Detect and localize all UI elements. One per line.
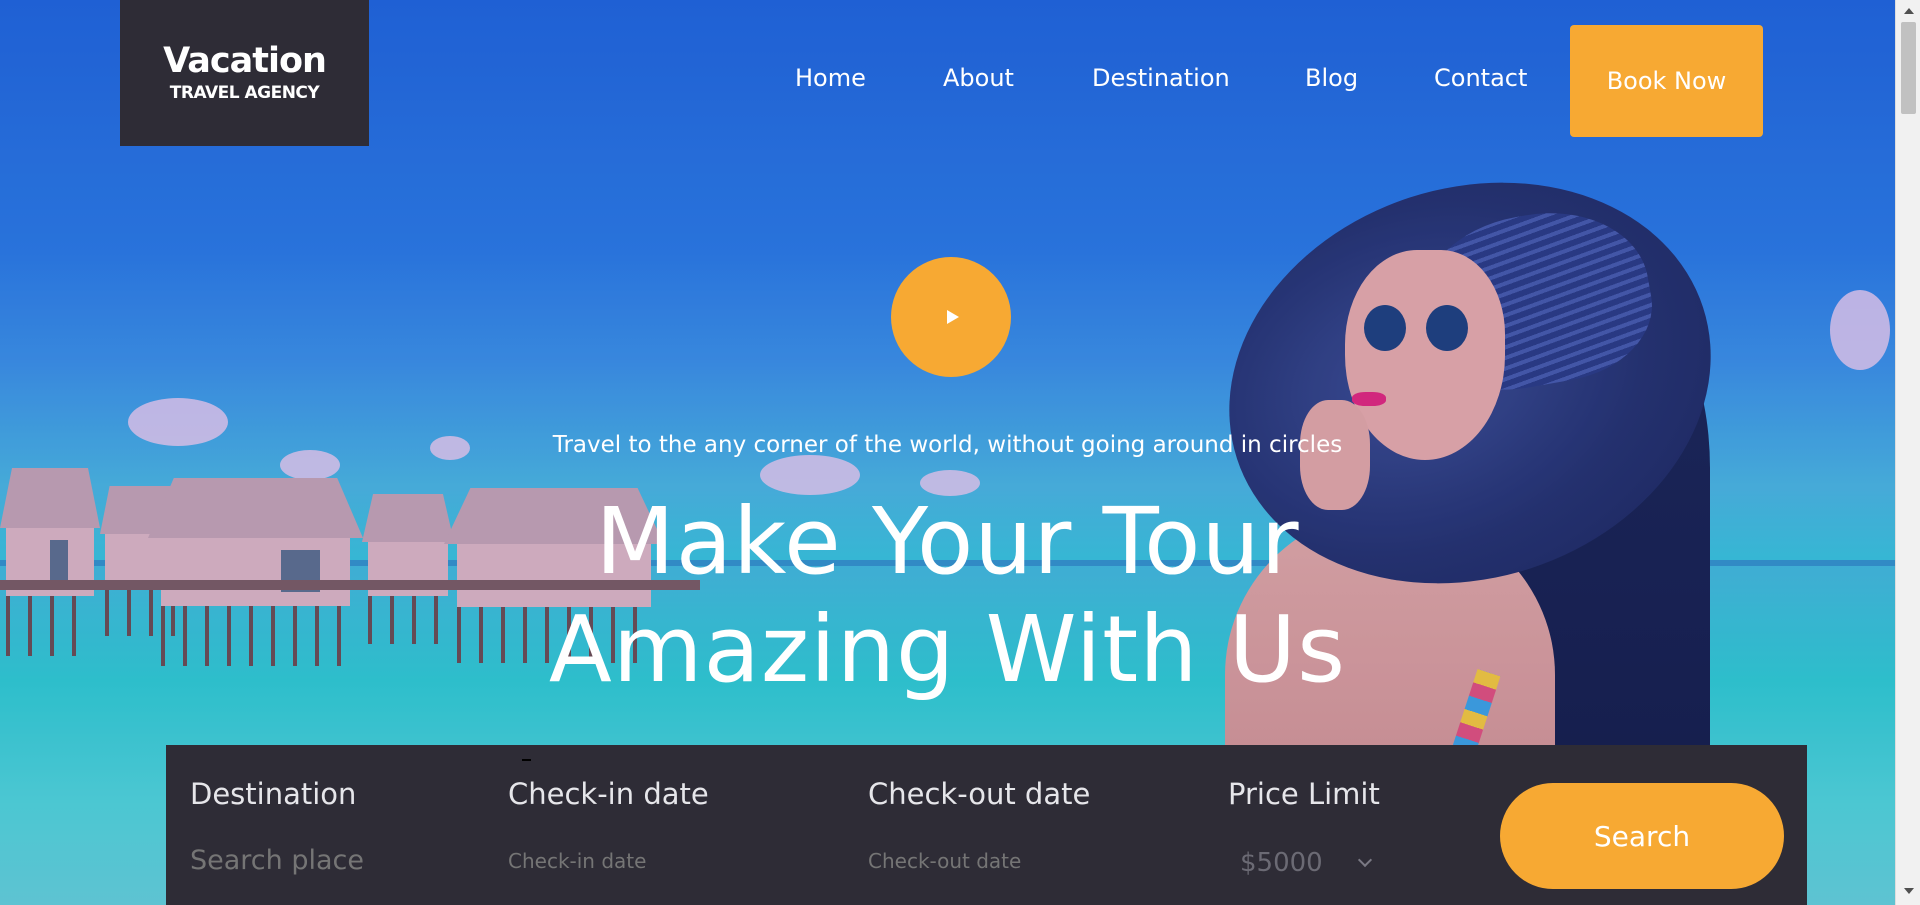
scrollbar[interactable] — [1895, 0, 1920, 905]
scroll-up-arrow-icon[interactable] — [1904, 8, 1914, 14]
search-panel: Destination Check-in date Check-out date… — [166, 745, 1807, 905]
scroll-thumb[interactable] — [1901, 22, 1916, 114]
checkout-input[interactable] — [868, 849, 1168, 873]
play-icon — [947, 310, 959, 324]
play-video-button[interactable] — [891, 257, 1011, 377]
book-now-button[interactable]: Book Now — [1570, 25, 1763, 137]
nav-home[interactable]: Home — [795, 64, 866, 92]
headline-line-2: Amazing With Us — [548, 596, 1347, 703]
checkin-input[interactable] — [508, 849, 808, 873]
destination-label: Destination — [190, 777, 357, 811]
scroll-down-arrow-icon[interactable] — [1904, 888, 1914, 894]
price-limit-value: $5000 — [1240, 848, 1323, 878]
nav-blog[interactable]: Blog — [1305, 64, 1358, 92]
text-cursor — [522, 759, 531, 761]
nav-destination[interactable]: Destination — [1092, 64, 1230, 92]
search-button[interactable]: Search — [1500, 783, 1784, 889]
chevron-down-icon — [1357, 852, 1373, 868]
hero-tagline: Travel to the any corner of the world, w… — [552, 432, 1343, 458]
hero-headline: Make Your Tour Amazing With Us — [0, 488, 1895, 704]
nav-contact[interactable]: Contact — [1434, 64, 1527, 92]
destination-input[interactable] — [190, 845, 470, 876]
headline-line-1: Make Your Tour — [595, 488, 1300, 595]
price-limit-select[interactable]: $5000 — [1228, 845, 1378, 881]
nav-about[interactable]: About — [943, 64, 1014, 92]
price-limit-label: Price Limit — [1228, 777, 1380, 811]
checkin-label: Check-in date — [508, 777, 709, 811]
checkout-label: Check-out date — [868, 777, 1091, 811]
